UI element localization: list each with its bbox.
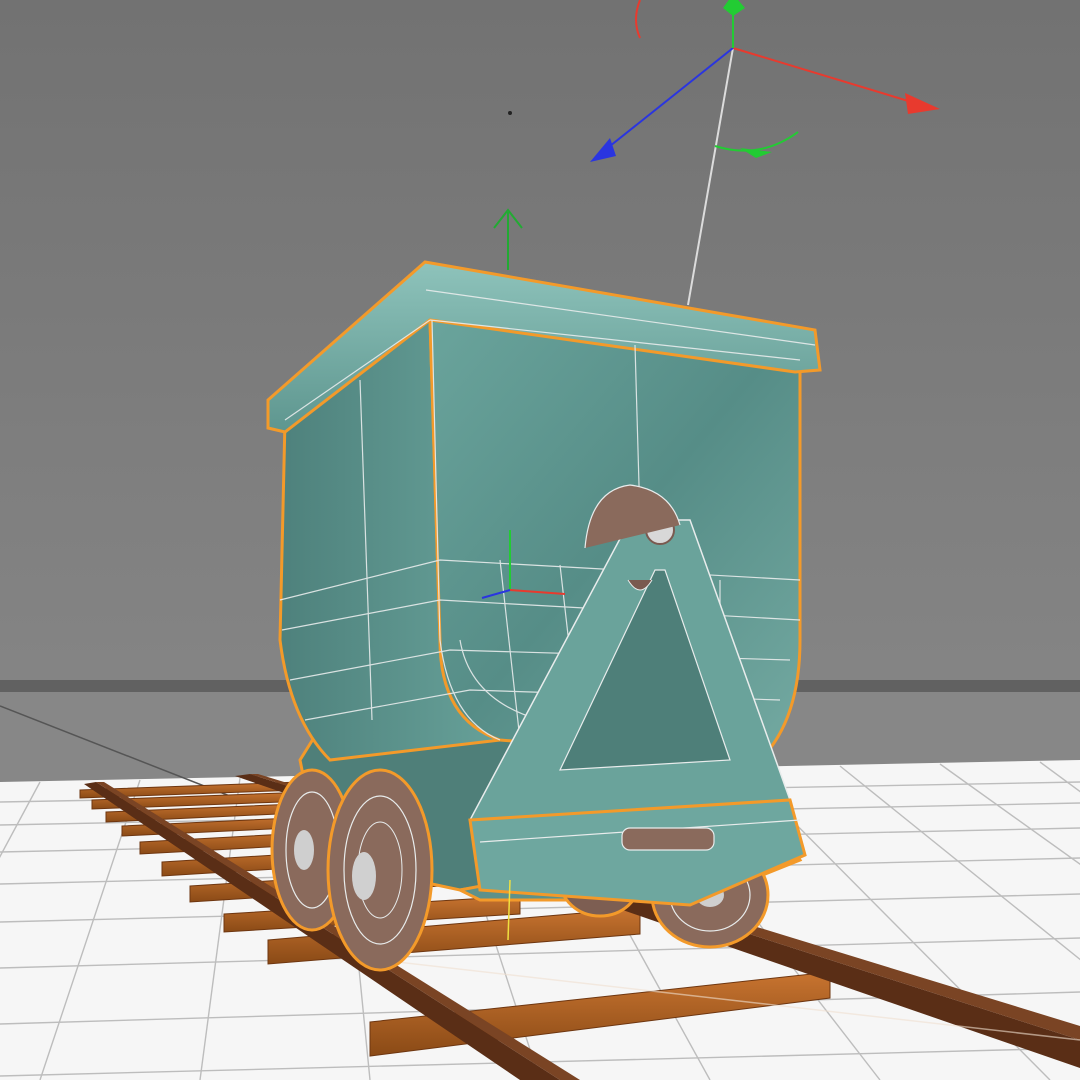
- viewport-dot: [508, 111, 512, 115]
- mine-cart[interactable]: [266, 260, 822, 972]
- cart-handle: [621, 827, 715, 851]
- 3d-viewport[interactable]: [0, 0, 1080, 1080]
